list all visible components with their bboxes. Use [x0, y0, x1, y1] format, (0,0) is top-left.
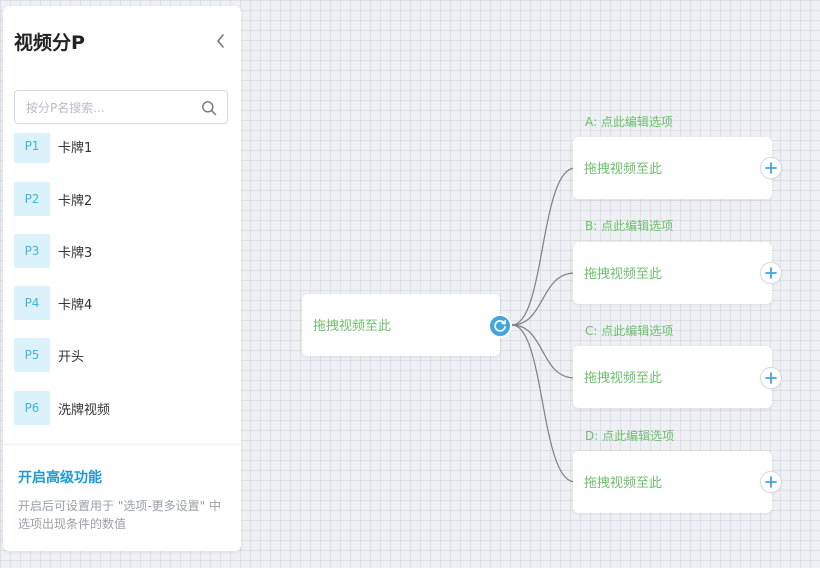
option-b-label[interactable]: B: 点此编辑选项 — [585, 217, 673, 234]
root-node-text: 拖拽视频至此 — [313, 319, 392, 334]
option-b-node-text: 拖拽视频至此 — [584, 267, 663, 282]
refresh-icon — [494, 319, 507, 332]
option-a-label[interactable]: A: 点此编辑选项 — [585, 113, 673, 130]
option-c-add-button[interactable] — [760, 367, 782, 389]
option-a-node[interactable]: 拖拽视频至此 — [573, 137, 772, 199]
option-a-add-button[interactable] — [760, 157, 782, 179]
option-c-label[interactable]: C: 点此编辑选项 — [585, 322, 673, 339]
option-d-add-button[interactable] — [760, 471, 782, 493]
option-d-label[interactable]: D: 点此编辑选项 — [585, 427, 674, 444]
plus-icon — [765, 267, 777, 279]
option-b-add-button[interactable] — [760, 262, 782, 284]
option-a-node-text: 拖拽视频至此 — [584, 162, 663, 177]
option-d-node-text: 拖拽视频至此 — [584, 476, 663, 491]
option-d-node[interactable]: 拖拽视频至此 — [573, 451, 772, 513]
root-video-node[interactable]: 拖拽视频至此 — [302, 294, 500, 356]
plus-icon — [765, 372, 777, 384]
switch-button[interactable] — [488, 314, 512, 338]
option-c-node-text: 拖拽视频至此 — [584, 371, 663, 386]
plus-icon — [765, 476, 777, 488]
option-b-node[interactable]: 拖拽视频至此 — [573, 242, 772, 304]
plus-icon — [765, 162, 777, 174]
option-c-node[interactable]: 拖拽视频至此 — [573, 346, 772, 408]
